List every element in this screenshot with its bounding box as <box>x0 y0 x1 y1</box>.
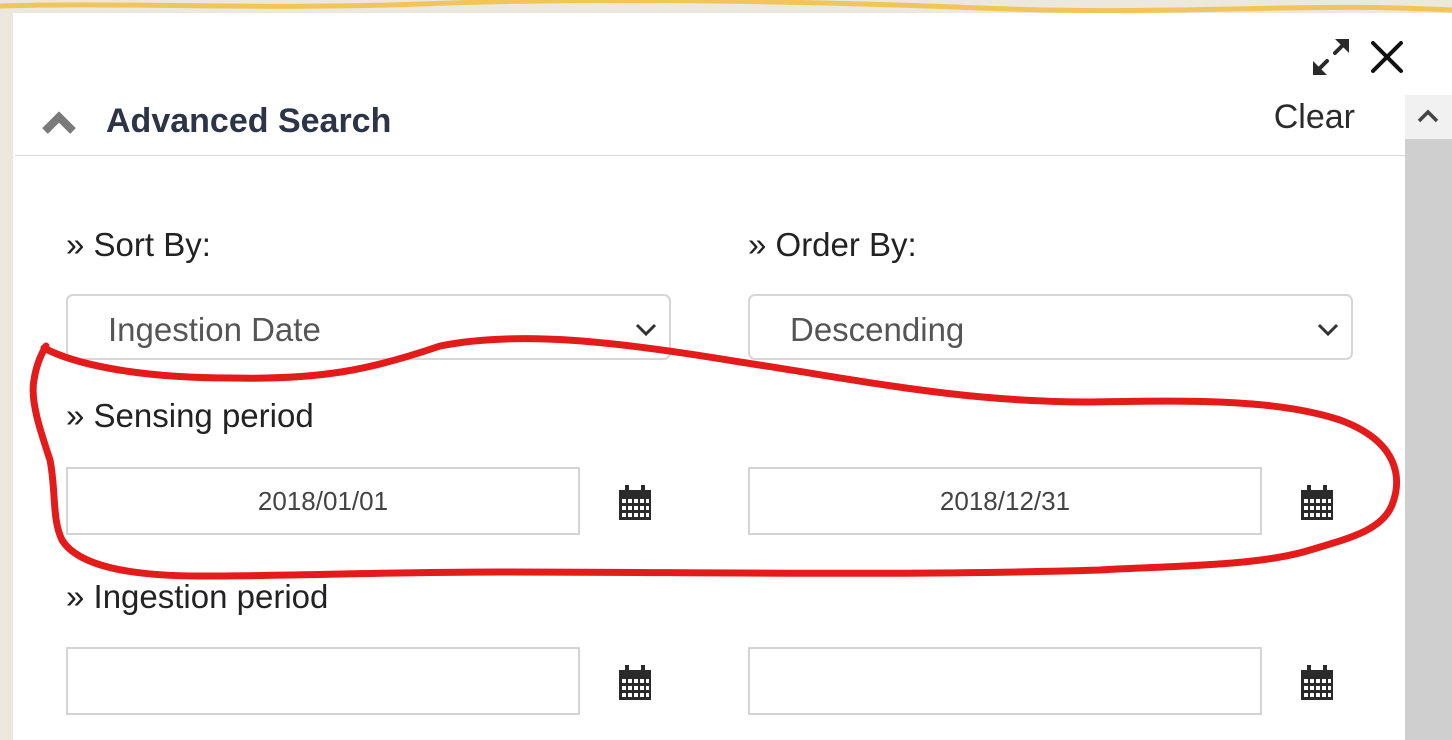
sort-by-label: » Sort By: <box>66 226 211 263</box>
page-title: Advanced Search <box>106 102 392 140</box>
sensing-start-input[interactable]: 2018/01/01 <box>66 467 580 535</box>
chevron-down-icon <box>1317 323 1339 337</box>
ingestion-start-input[interactable] <box>66 647 580 715</box>
ingestion-end-input[interactable] <box>748 647 1262 715</box>
sort-by-select[interactable]: Ingestion Date <box>66 294 671 360</box>
sort-by-value: Ingestion Date <box>108 311 321 348</box>
calendar-icon[interactable] <box>618 485 652 521</box>
sensing-period-label: » Sensing period <box>66 397 314 434</box>
ingestion-period-label: » Ingestion period <box>66 578 329 615</box>
clear-button[interactable]: Clear <box>1274 98 1355 137</box>
close-icon[interactable] <box>1365 35 1409 79</box>
calendar-icon[interactable] <box>1300 665 1334 701</box>
chevron-up-icon[interactable] <box>39 103 79 139</box>
order-by-label: » Order By: <box>748 226 917 263</box>
chevron-down-icon <box>635 323 657 337</box>
advanced-search-header: Advanced Search Clear <box>15 89 1405 156</box>
order-by-select[interactable]: Descending <box>748 294 1353 360</box>
advanced-search-panel: Advanced Search Clear » Sort By: » Order… <box>13 13 1452 740</box>
calendar-icon[interactable] <box>1300 485 1334 521</box>
scrollbar[interactable] <box>1405 95 1452 740</box>
order-by-value: Descending <box>790 311 965 348</box>
calendar-icon[interactable] <box>618 665 652 701</box>
sensing-end-input[interactable]: 2018/12/31 <box>748 467 1262 535</box>
expand-icon[interactable] <box>1309 35 1353 79</box>
scroll-up-icon[interactable] <box>1405 95 1452 139</box>
